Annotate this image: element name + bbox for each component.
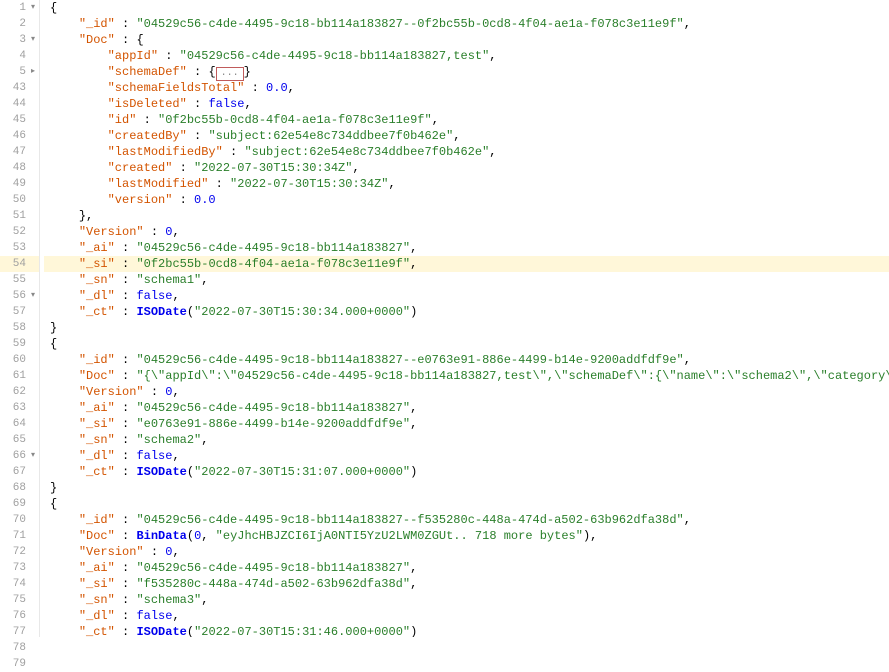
code-line: "appId" : "04529c56-c4de-4495-9c18-bb114… <box>44 48 889 64</box>
fold-toggle[interactable]: ▾ <box>29 36 37 44</box>
fold-toggle[interactable]: ▸ <box>29 68 37 76</box>
gutter-line: 58 <box>0 320 39 336</box>
code-line: "_ai" : "04529c56-c4de-4495-9c18-bb114a1… <box>44 400 889 416</box>
code-line: { <box>44 0 889 16</box>
code-line: "_si" : "e0763e91-886e-4499-b14e-9200add… <box>44 416 889 432</box>
gutter-line: 77 <box>0 624 39 640</box>
gutter-line: 72 <box>0 544 39 560</box>
code-line: "schemaFieldsTotal" : 0.0, <box>44 80 889 96</box>
gutter-line: 60 <box>0 352 39 368</box>
fold-toggle[interactable]: ▾ <box>29 452 37 460</box>
gutter-line: 56▾ <box>0 288 39 304</box>
gutter-line: 59 <box>0 336 39 352</box>
gutter-line: 55 <box>0 272 39 288</box>
fold-toggle[interactable]: ▾ <box>29 4 37 12</box>
code-line: "createdBy" : "subject:62e54e8c734ddbee7… <box>44 128 889 144</box>
code-line: "version" : 0.0 <box>44 192 889 208</box>
code-line: "_si" : "f535280c-448a-474d-a502-63b962d… <box>44 576 889 592</box>
fold-toggle[interactable]: ▾ <box>29 292 37 300</box>
gutter-line: 65 <box>0 432 39 448</box>
code-line: "lastModifiedBy" : "subject:62e54e8c734d… <box>44 144 889 160</box>
gutter-line: 66▾ <box>0 448 39 464</box>
gutter-line: 43 <box>0 80 39 96</box>
gutter-line: 2 <box>0 16 39 32</box>
gutter-line: 64 <box>0 416 39 432</box>
gutter-line: 50 <box>0 192 39 208</box>
code-line: { <box>44 496 889 512</box>
gutter-line: 5▸ <box>0 64 39 80</box>
code-line: "_id" : "04529c56-c4de-4495-9c18-bb114a1… <box>44 352 889 368</box>
gutter-line: 3▾ <box>0 32 39 48</box>
gutter-line: 57 <box>0 304 39 320</box>
code-line: "_sn" : "schema1", <box>44 272 889 288</box>
gutter-line: 61 <box>0 368 39 384</box>
code-line: } <box>44 480 889 496</box>
code-line: "_ct" : ISODate("2022-07-30T15:31:07.000… <box>44 464 889 480</box>
code-line: "schemaDef" : {...} <box>44 64 889 80</box>
gutter-line: 53 <box>0 240 39 256</box>
gutter-line: 47 <box>0 144 39 160</box>
code-line: { <box>44 336 889 352</box>
collapsed-schemadef[interactable]: ... <box>216 67 244 81</box>
gutter-line: 4 <box>0 48 39 64</box>
code-line: "_dl" : false, <box>44 448 889 464</box>
code-line: "_si" : "0f2bc55b-0cd8-4f04-ae1a-f078c3e… <box>44 256 889 272</box>
code-line: "_dl" : false, <box>44 608 889 624</box>
gutter-line: 78 <box>0 640 39 656</box>
gutter-line: 74 <box>0 576 39 592</box>
code-line: "Version" : 0, <box>44 544 889 560</box>
gutter-line: 68 <box>0 480 39 496</box>
code-line: "Doc" : { <box>44 32 889 48</box>
gutter-line: 46 <box>0 128 39 144</box>
code-line: "Version" : 0, <box>44 224 889 240</box>
code-line: "_sn" : "schema3", <box>44 592 889 608</box>
code-line: "lastModified" : "2022-07-30T15:30:34Z", <box>44 176 889 192</box>
code-line: }, <box>44 208 889 224</box>
gutter-line: 75 <box>0 592 39 608</box>
code-line: "Doc" : "{\"appId\":\"04529c56-c4de-4495… <box>44 368 889 384</box>
code-line: "_id" : "04529c56-c4de-4495-9c18-bb114a1… <box>44 16 889 32</box>
code-line: "_dl" : false, <box>44 288 889 304</box>
code-line: "_id" : "04529c56-c4de-4495-9c18-bb114a1… <box>44 512 889 528</box>
code-line: "created" : "2022-07-30T15:30:34Z", <box>44 160 889 176</box>
gutter-line: 63 <box>0 400 39 416</box>
gutter-line: 79 <box>0 656 39 672</box>
code-line: "isDeleted" : false, <box>44 96 889 112</box>
code-line: "Doc" : BinData(0, "eyJhcHBJZCI6IjA0NTI5… <box>44 528 889 544</box>
gutter-line: 44 <box>0 96 39 112</box>
gutter-line: 71 <box>0 528 39 544</box>
gutter-line: 69 <box>0 496 39 512</box>
code-line: "Version" : 0, <box>44 384 889 400</box>
line-gutter: 1▾23▾45▸4344454647484950515253545556▾575… <box>0 0 40 637</box>
gutter-line: 1▾ <box>0 0 39 16</box>
code-line: "_ai" : "04529c56-c4de-4495-9c18-bb114a1… <box>44 560 889 576</box>
gutter-line: 52 <box>0 224 39 240</box>
code-line: } <box>44 320 889 336</box>
gutter-line: 70 <box>0 512 39 528</box>
code-line: "_sn" : "schema2", <box>44 432 889 448</box>
code-line: "_ct" : ISODate("2022-07-30T15:30:34.000… <box>44 304 889 320</box>
gutter-line: 48 <box>0 160 39 176</box>
gutter-line: 54 <box>0 256 39 272</box>
gutter-line: 45 <box>0 112 39 128</box>
gutter-line: 49 <box>0 176 39 192</box>
code-area: { "_id" : "04529c56-c4de-4495-9c18-bb114… <box>40 0 889 637</box>
gutter-line: 76 <box>0 608 39 624</box>
gutter-line: 67 <box>0 464 39 480</box>
code-line: "id" : "0f2bc55b-0cd8-4f04-ae1a-f078c3e1… <box>44 112 889 128</box>
gutter-line: 73 <box>0 560 39 576</box>
gutter-line: 62 <box>0 384 39 400</box>
code-line: "_ai" : "04529c56-c4de-4495-9c18-bb114a1… <box>44 240 889 256</box>
code-line: "_ct" : ISODate("2022-07-30T15:31:46.000… <box>44 624 889 637</box>
gutter-line: 51 <box>0 208 39 224</box>
